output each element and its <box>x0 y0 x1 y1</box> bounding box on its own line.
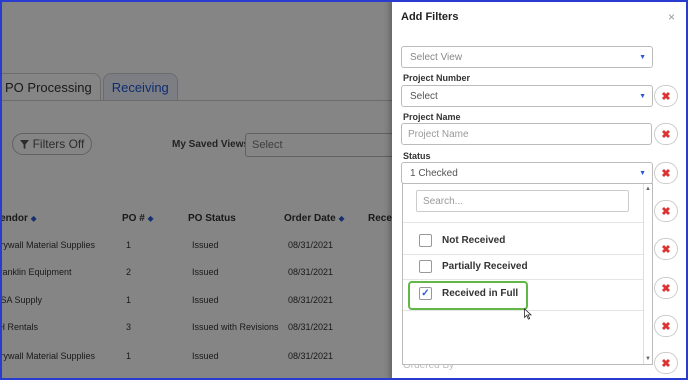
remove-filter-button[interactable]: ✖ <box>654 315 678 337</box>
divider <box>403 279 644 280</box>
project-number-select[interactable]: Select ▼ <box>401 85 653 107</box>
scrollbar[interactable]: ▲ ▼ <box>643 184 652 364</box>
status-value: 1 Checked <box>410 167 458 179</box>
option-received-in-full[interactable]: ✓ Received in Full <box>419 284 518 302</box>
remove-filter-button[interactable]: ✖ <box>654 277 678 299</box>
option-not-received[interactable]: Not Received <box>419 231 505 249</box>
option-label: Received in Full <box>442 287 519 299</box>
caret-down-icon: ▼ <box>639 53 646 61</box>
select-view-value: Select View <box>410 51 463 63</box>
divider <box>403 222 644 223</box>
add-filters-panel: Add Filters × Select View ▼ Project Numb… <box>392 0 688 380</box>
remove-project-name-button[interactable]: ✖ <box>654 123 678 145</box>
caret-down-icon: ▼ <box>639 169 646 177</box>
close-icon[interactable]: × <box>668 10 675 24</box>
divider <box>403 254 644 255</box>
select-view-dropdown[interactable]: Select View ▼ <box>401 46 653 68</box>
checked-checkbox-icon[interactable]: ✓ <box>419 286 432 300</box>
remove-status-button[interactable]: ✖ <box>654 162 678 184</box>
remove-filter-button[interactable]: ✖ <box>654 200 678 222</box>
caret-down-icon: ▼ <box>639 92 646 100</box>
remove-filter-button[interactable]: ✖ <box>654 352 678 374</box>
project-number-label: Project Number <box>403 73 471 83</box>
checkbox[interactable] <box>419 259 432 273</box>
status-search-input[interactable]: Search... <box>416 190 629 212</box>
panel-title: Add Filters <box>401 11 459 23</box>
scroll-up-icon[interactable]: ▲ <box>645 186 651 192</box>
status-options-list[interactable]: Search... Not Received Partially Receive… <box>402 183 653 365</box>
project-name-label: Project Name <box>403 112 461 122</box>
scroll-down-icon[interactable]: ▼ <box>645 356 651 362</box>
option-label: Not Received <box>442 234 506 246</box>
remove-filter-button[interactable]: ✖ <box>654 238 678 260</box>
mouse-cursor-icon <box>524 308 532 320</box>
remove-project-number-button[interactable]: ✖ <box>654 85 678 107</box>
checkbox[interactable] <box>419 233 432 247</box>
status-label: Status <box>403 151 431 161</box>
project-number-value: Select <box>410 90 438 102</box>
option-partially-received[interactable]: Partially Received <box>419 257 528 275</box>
option-label: Partially Received <box>442 260 528 272</box>
status-select[interactable]: 1 Checked ▼ <box>401 162 653 184</box>
project-name-input[interactable]: Project Name <box>401 123 652 145</box>
